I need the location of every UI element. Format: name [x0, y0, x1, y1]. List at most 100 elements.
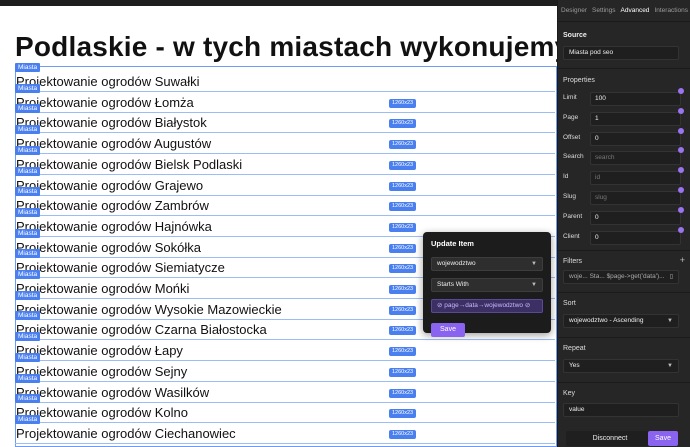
design-canvas[interactable]: Podlaskie - w tych miastach wykonujemy M…	[0, 6, 557, 447]
list-item-text: Projektowanie ogrodów Czarna Białostocka	[16, 322, 267, 337]
property-input[interactable]: 100	[590, 92, 681, 106]
divider	[558, 337, 690, 338]
list-item[interactable]: Projektowanie ogrodów Bielsk Podlaski	[15, 155, 555, 175]
binding-value-field[interactable]: ⊘ page→data→wojewodztwo ⊘	[431, 299, 543, 313]
list-item-text: Projektowanie ogrodów Ciechanowiec	[16, 426, 236, 441]
property-input[interactable]: slug	[590, 191, 681, 205]
list-item-text: Projektowanie ogrodów Wysokie Mazowiecki…	[16, 302, 282, 317]
divider	[558, 250, 690, 251]
source-select[interactable]: Miasta pod seo	[563, 46, 679, 60]
property-input[interactable]: id	[590, 171, 681, 185]
popup-title: Update Item	[431, 239, 474, 248]
element-tag: Miasta	[15, 125, 41, 134]
property-limit: Limit 100	[563, 92, 681, 106]
list-item[interactable]: Projektowanie ogrodów Ciechanowiec	[15, 424, 555, 444]
page-title[interactable]: Podlaskie - w tych miastach wykonujemy	[15, 31, 557, 63]
dimension-badge: 1260x23	[389, 306, 417, 315]
tab-interactions[interactable]: Interactions	[654, 7, 688, 14]
dimension-badge: 1260x23	[389, 182, 417, 191]
dimension-badge: 1260x23	[389, 326, 417, 335]
dimension-badge: 1260x23	[389, 161, 417, 170]
property-label: Page	[563, 114, 579, 121]
element-tag: Miasta	[15, 167, 41, 176]
property-search: Search search	[563, 151, 681, 165]
property-input[interactable]: 1	[590, 112, 681, 126]
list-item[interactable]: Projektowanie ogrodów Zambrów	[15, 196, 555, 216]
list-item-text: Projektowanie ogrodów Suwałki	[16, 74, 200, 89]
list-item[interactable]: Projektowanie ogrodów Łapy	[15, 341, 555, 361]
popup-save-button[interactable]: Save	[431, 323, 465, 337]
sort-value: wojewodztwo - Ascending	[569, 317, 644, 324]
binding-value: page→data→wojewodztwo	[444, 302, 524, 309]
list-item[interactable]: Projektowanie ogrodów Sejny	[15, 362, 555, 382]
save-button[interactable]: Save	[648, 431, 678, 446]
divider	[558, 292, 690, 293]
list-item[interactable]: Projektowanie ogrodów Wasilków	[15, 383, 555, 403]
field-select[interactable]: wojewodztwo ▼	[431, 257, 543, 271]
filters-label: Filters	[563, 258, 583, 265]
property-input[interactable]: 0	[590, 231, 681, 245]
element-tag: Miasta	[15, 104, 41, 113]
filter-summary: woje... Sta... $page->get('data')...	[569, 273, 665, 280]
binding-dot-icon[interactable]	[678, 88, 684, 94]
property-label: Search	[563, 153, 584, 160]
tab-advanced[interactable]: Advanced	[621, 7, 650, 14]
property-label: Offset	[563, 134, 581, 141]
element-tag: Miasta	[15, 270, 41, 279]
operator-select[interactable]: Starts With ▼	[431, 278, 543, 292]
repeat-label: Repeat	[563, 345, 586, 352]
source-label: Source	[563, 32, 587, 39]
list-item[interactable]: Projektowanie ogrodów Suwałki	[15, 72, 555, 92]
panel-footer: Disconnect Save	[558, 430, 690, 447]
dimension-badge: 1260x23	[389, 223, 417, 232]
list-item-text: Projektowanie ogrodów Sokółka	[16, 240, 201, 255]
binding-dot-icon[interactable]	[678, 167, 684, 173]
list-item[interactable]: Projektowanie ogrodów Kolno	[15, 403, 555, 423]
property-input[interactable]: search	[590, 151, 681, 165]
property-input[interactable]: 0	[590, 211, 681, 225]
element-tag: Miasta	[15, 374, 41, 383]
binding-dot-icon[interactable]	[678, 128, 684, 134]
property-label: Client	[563, 233, 580, 240]
chevron-down-icon: ▼	[667, 363, 673, 369]
repeat-select[interactable]: Yes ▼	[563, 359, 679, 373]
sort-label: Sort	[563, 300, 576, 307]
sort-select[interactable]: wojewodztwo - Ascending ▼	[563, 314, 679, 328]
tab-designer[interactable]: Designer	[561, 7, 587, 14]
divider	[558, 68, 690, 69]
list-item-text: Projektowanie ogrodów Białystok	[16, 115, 207, 130]
list-item[interactable]: Projektowanie ogrodów Augustów	[15, 134, 555, 154]
list-item-text: Projektowanie ogrodów Augustów	[16, 136, 212, 151]
binding-dot-icon[interactable]	[678, 187, 684, 193]
panel-tabs: Designer Settings Advanced Interactions	[558, 0, 690, 22]
tab-settings[interactable]: Settings	[592, 7, 616, 14]
property-parent: Parent 0	[563, 211, 681, 225]
element-tag: Miasta	[15, 332, 41, 341]
binding-dot-icon[interactable]	[678, 207, 684, 213]
key-input[interactable]: value	[563, 403, 679, 417]
trash-icon[interactable]: ▯	[670, 271, 673, 283]
disconnect-button[interactable]: Disconnect	[566, 431, 654, 446]
binding-dot-icon[interactable]	[678, 147, 684, 153]
property-label: Limit	[563, 94, 577, 101]
update-item-popup: Update Item wojewodztwo ▼ Starts With ▼ …	[423, 232, 551, 337]
property-label: Id	[563, 173, 569, 180]
binding-dot-icon[interactable]	[678, 108, 684, 114]
list-item-text: Projektowanie ogrodów Bielsk Podlaski	[16, 157, 243, 172]
filter-item[interactable]: woje... Sta... $page->get('data')... ▯	[563, 270, 679, 284]
list-item-text: Projektowanie ogrodów Hajnówka	[16, 219, 212, 234]
binding-dot-icon[interactable]	[678, 227, 684, 233]
list-item-text: Projektowanie ogrodów Siemiatycze	[16, 260, 225, 275]
add-filter-icon[interactable]: +	[680, 255, 685, 265]
property-label: Slug	[563, 193, 577, 200]
property-slug: Slug slug	[563, 191, 681, 205]
list-item[interactable]: Projektowanie ogrodów Białystok	[15, 113, 555, 133]
list-item[interactable]: Projektowanie ogrodów Grajewo	[15, 176, 555, 196]
property-input[interactable]: 0	[590, 132, 681, 146]
dimension-badge: 1260x23	[389, 285, 417, 294]
element-tag: Miasta	[15, 84, 41, 93]
list-item-text: Projektowanie ogrodów Łomża	[16, 95, 194, 110]
list-item[interactable]: Projektowanie ogrodów Łomża	[15, 93, 555, 113]
clear-icon[interactable]: ⊘	[525, 302, 530, 309]
dimension-badge: 1260x23	[389, 389, 417, 398]
